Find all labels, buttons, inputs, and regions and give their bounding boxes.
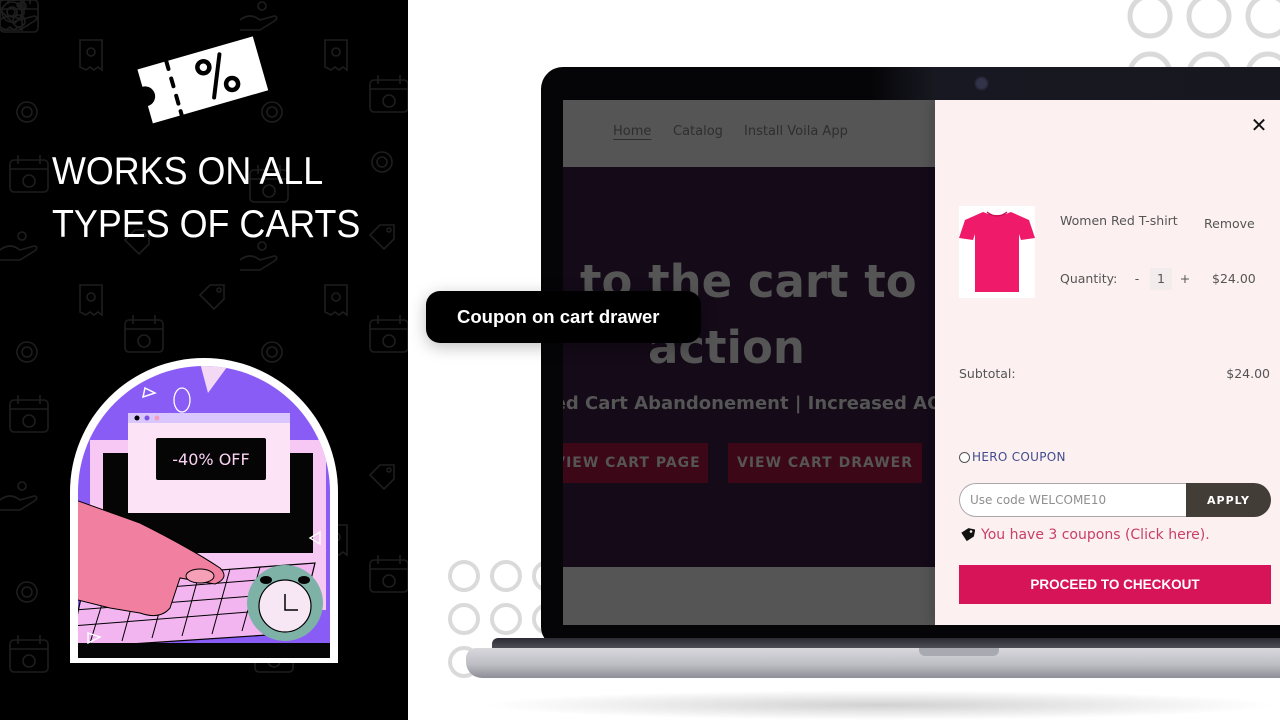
tshirt-icon xyxy=(959,211,1035,292)
bezel-glare xyxy=(871,67,1280,101)
remove-item-link[interactable]: Remove xyxy=(1204,216,1255,231)
cart-drawer: ✕ Women Red T-shirt Remove Quantity: - 1… xyxy=(935,100,1280,625)
product-name[interactable]: Women Red T-shirt xyxy=(1060,213,1178,228)
promo-banner: WORKS ON ALL TYPES OF CARTS -40% OFF Hom… xyxy=(0,0,1280,720)
close-icon[interactable]: ✕ xyxy=(1248,113,1270,137)
coupon-code-input[interactable] xyxy=(959,483,1189,517)
promo-headline: WORKS ON ALL TYPES OF CARTS xyxy=(52,145,360,251)
left-promo-panel: WORKS ON ALL TYPES OF CARTS -40% OFF xyxy=(0,0,408,720)
tag-icon xyxy=(961,528,975,542)
hero-coupon-radio[interactable] xyxy=(959,451,970,463)
nav-link-install-voila-app[interactable]: Install Voila App xyxy=(744,124,848,139)
discount-ticket-icon xyxy=(137,36,269,124)
headline-line-1: WORKS ON ALL xyxy=(52,150,324,193)
line-item-price: $24.00 xyxy=(1212,271,1256,286)
product-thumbnail[interactable] xyxy=(959,206,1035,298)
headline-line-2: TYPES OF CARTS xyxy=(52,203,361,246)
laptop-notch xyxy=(919,648,999,656)
available-coupons-link[interactable]: You have 3 coupons (Click here). xyxy=(960,527,1210,543)
store-hero: to the cart to action ced Cart Abandonem… xyxy=(563,167,935,567)
quantity-decrement-button[interactable]: - xyxy=(1132,271,1142,286)
hero-coupon-label: HERO COUPON xyxy=(972,450,1066,464)
hero-subtitle: ced Cart Abandonement | Increased AO xyxy=(563,393,935,414)
available-coupons-text: You have 3 coupons (Click here). xyxy=(981,527,1210,543)
view-cart-page-button[interactable]: VIEW CART PAGE xyxy=(563,443,708,483)
quantity-value[interactable]: 1 xyxy=(1150,268,1172,290)
quantity-label: Quantity: xyxy=(1060,271,1118,286)
store-footer-overlay xyxy=(563,567,935,625)
proceed-to-checkout-button[interactable]: PROCEED TO CHECKOUT xyxy=(959,565,1271,604)
feature-callout: Coupon on cart drawer xyxy=(426,291,701,343)
subtotal-label: Subtotal: xyxy=(959,366,1016,381)
feature-callout-label: Coupon on cart drawer xyxy=(457,306,660,327)
nav-link-home[interactable]: Home xyxy=(613,124,651,139)
hero-coupon-option[interactable]: HERO COUPON xyxy=(959,450,1066,464)
discount-laptop-illustration: -40% OFF xyxy=(70,358,338,663)
discount-label: -40% OFF xyxy=(172,450,249,469)
subtotal-value: $24.00 xyxy=(1226,366,1270,381)
store-navigation: Home Catalog Install Voila App xyxy=(563,100,935,167)
laptop-shadow xyxy=(480,690,1280,720)
laptop-base xyxy=(466,648,1280,678)
nav-link-catalog[interactable]: Catalog xyxy=(673,124,723,139)
webcam-icon xyxy=(974,76,989,91)
quantity-increment-button[interactable]: + xyxy=(1179,271,1191,286)
laptop-screen: Home Catalog Install Voila App to the ca… xyxy=(563,100,1280,625)
view-cart-drawer-button[interactable]: VIEW CART DRAWER xyxy=(728,443,922,483)
apply-coupon-button[interactable]: APPLY xyxy=(1186,483,1271,517)
